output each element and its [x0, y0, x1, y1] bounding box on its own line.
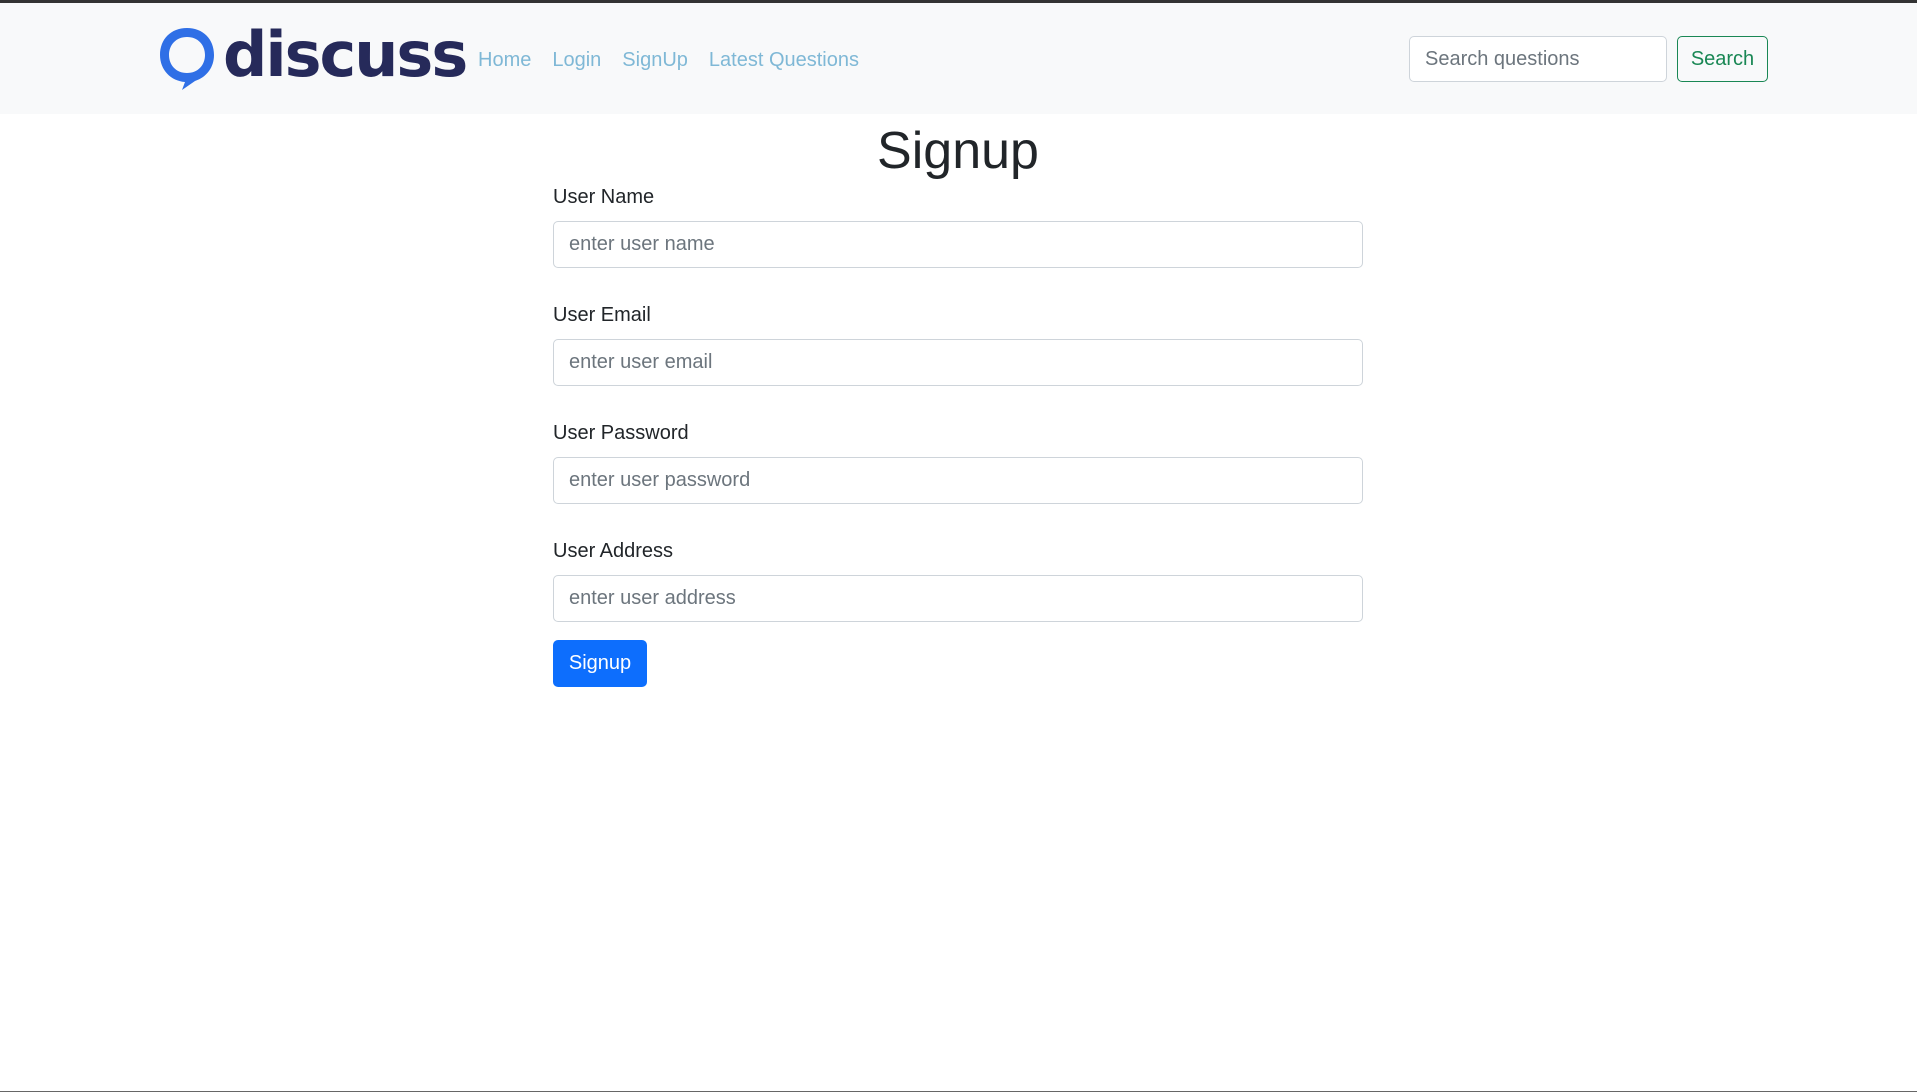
search-input[interactable]: [1409, 36, 1667, 82]
signup-button[interactable]: Signup: [553, 640, 647, 687]
user-email-field-group: User Email: [553, 303, 1363, 386]
nav-link-latest-questions[interactable]: Latest Questions: [709, 48, 859, 72]
nav-links: Home Login SignUp Latest Questions: [478, 48, 880, 72]
user-address-label: User Address: [553, 540, 674, 562]
user-name-input[interactable]: [553, 221, 1363, 268]
speech-bubble-icon: [160, 28, 214, 90]
search-button[interactable]: Search: [1677, 36, 1768, 82]
nav-link-home[interactable]: Home: [478, 48, 531, 72]
brand-name: discuss: [223, 18, 468, 91]
user-password-label: User Password: [553, 422, 689, 444]
navbar: discuss Home Login SignUp Latest Questio…: [0, 3, 1917, 114]
user-password-field-group: User Password: [553, 421, 1363, 504]
page: discuss Home Login SignUp Latest Questio…: [0, 0, 1917, 1092]
user-address-input[interactable]: [553, 575, 1363, 622]
nav-link-signup[interactable]: SignUp: [622, 48, 688, 72]
user-password-input[interactable]: [553, 457, 1363, 504]
user-name-field-group: User Name: [553, 185, 1363, 268]
search-form: Search: [1409, 36, 1768, 82]
signup-form: Signup User Name User Email User Passwor…: [553, 117, 1363, 687]
nav-link-login[interactable]: Login: [552, 48, 601, 72]
user-address-field-group: User Address: [553, 539, 1363, 622]
user-name-label: User Name: [553, 186, 655, 208]
user-email-label: User Email: [553, 304, 651, 326]
page-title: Signup: [877, 122, 1039, 180]
brand-logo-link[interactable]: discuss: [155, 18, 468, 93]
user-email-input[interactable]: [553, 339, 1363, 386]
